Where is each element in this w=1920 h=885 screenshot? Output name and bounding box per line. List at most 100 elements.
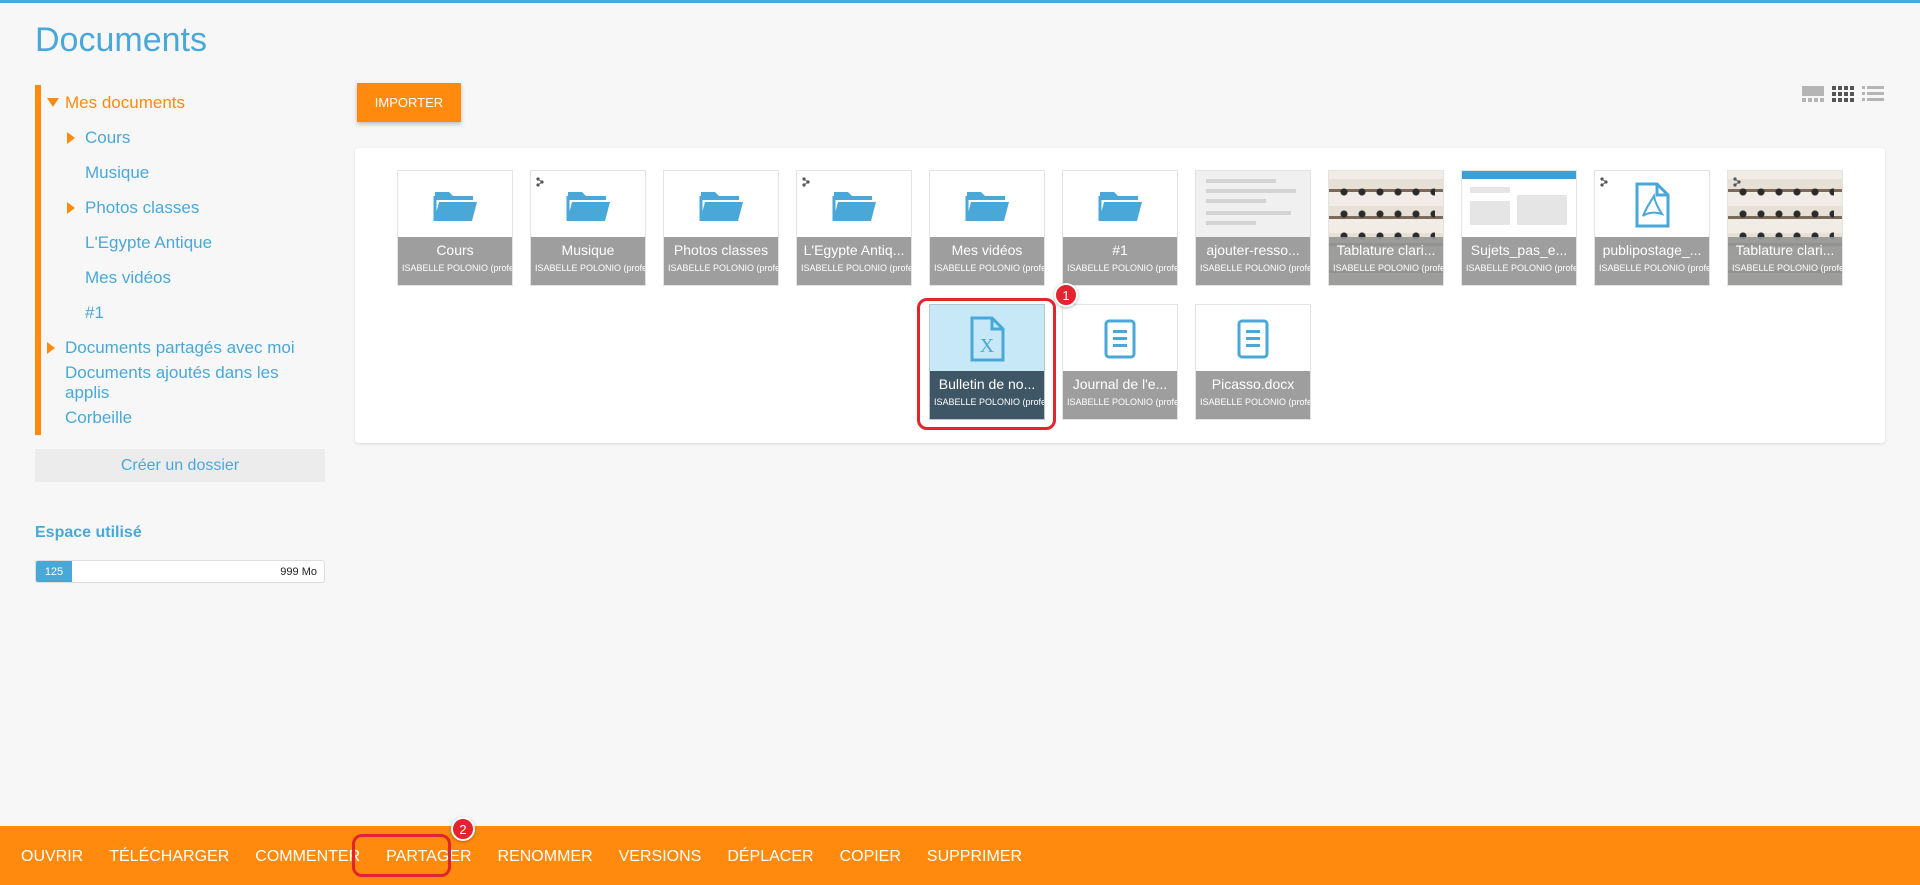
- file-owner: ISABELLE POLONIO (professeur): [1200, 263, 1310, 273]
- file-tile[interactable]: publipostage_... ISABELLE POLONIO (profes…: [1594, 170, 1710, 286]
- storage-max-value: 999 Mo: [280, 566, 317, 578]
- page-title: Documents: [35, 21, 207, 59]
- list-view-icon[interactable]: [1862, 85, 1884, 103]
- file-tile[interactable]: #1 ISABELLE POLONIO (professeur): [1062, 170, 1178, 286]
- view-toggles: [1802, 85, 1884, 103]
- sidebar-item-label: L'Egypte Antique: [85, 232, 213, 252]
- file-name: Tablature clari...: [1735, 242, 1835, 258]
- sidebar-item-label: Musique: [85, 162, 150, 182]
- file-owner: ISABELLE POLONIO (professeur): [535, 263, 645, 273]
- file-owner: ISABELLE POLONIO (professeur): [402, 263, 512, 273]
- step-1-highlight: [917, 298, 1056, 430]
- file-owner: ISABELLE POLONIO (professeur): [1067, 263, 1177, 273]
- action-move-button[interactable]: DÉPLACER: [727, 848, 813, 866]
- sidebar-item[interactable]: Corbeille: [41, 400, 325, 435]
- folder-icon: [797, 171, 911, 239]
- shared-icon: [802, 177, 810, 191]
- storage-bar: 125 999 Mo: [35, 560, 325, 583]
- action-rename-button[interactable]: RENOMMER: [498, 848, 593, 866]
- file-tile[interactable]: Journal de l'e... ISABELLE POLONIO (profe…: [1062, 304, 1178, 420]
- file-name: Journal de l'e...: [1072, 376, 1168, 392]
- file-caption: publipostage_... ISABELLE POLONIO (profes…: [1595, 237, 1709, 285]
- file-tile[interactable]: Photos classes ISABELLE POLONIO (professe…: [663, 170, 779, 286]
- sidebar-item[interactable]: L'Egypte Antique: [41, 225, 325, 260]
- sidebar-item[interactable]: Documents partagés avec moi: [41, 330, 325, 365]
- folder-icon: [398, 171, 512, 239]
- file-tile[interactable]: Sujets_pas_e... ISABELLE POLONIO (profess…: [1461, 170, 1577, 286]
- folder-icon: [664, 171, 778, 239]
- sidebar-item[interactable]: Musique: [41, 155, 325, 190]
- caret-right-icon[interactable]: [47, 341, 55, 354]
- import-button[interactable]: IMPORTER: [357, 83, 461, 122]
- file-name: #1: [1112, 242, 1128, 258]
- sidebar-item[interactable]: Mes documents: [41, 85, 325, 120]
- file-name: Sujets_pas_e...: [1470, 242, 1568, 258]
- caret-down-icon[interactable]: [47, 98, 59, 107]
- file-owner: ISABELLE POLONIO (professeur): [1599, 263, 1709, 273]
- action-bar: OUVRIR TÉLÉCHARGER COMMENTER PARTAGER RENOMM…: [0, 826, 1920, 885]
- action-versions-button[interactable]: VERSIONS: [619, 848, 702, 866]
- storage-title: Espace utilisé: [35, 524, 142, 541]
- sidebar-item[interactable]: Photos classes: [41, 190, 325, 225]
- step-2-highlight: [352, 834, 451, 877]
- shared-icon: [536, 177, 544, 191]
- file-name: Cours: [436, 242, 474, 258]
- file-caption: Photos classes ISABELLE POLONIO (professe…: [664, 237, 778, 285]
- action-copy-button[interactable]: COPIER: [840, 848, 901, 866]
- file-caption: Cours ISABELLE POLONIO (professeur): [398, 237, 512, 285]
- sidebar-item-label: Cours: [85, 127, 131, 147]
- sidebar-item-label: #1: [85, 302, 104, 322]
- create-folder-button[interactable]: Créer un dossier: [35, 449, 325, 482]
- sidebar-item-label: Photos classes: [85, 197, 200, 217]
- image-thumbnail: [1196, 171, 1310, 239]
- file-caption: Tablature clari... ISABELLE POLONIO (prof…: [1728, 237, 1842, 285]
- storage-used-value: 125: [44, 565, 64, 578]
- action-open-button[interactable]: OUVRIR: [21, 848, 83, 866]
- action-download-button[interactable]: TÉLÉCHARGER: [109, 848, 229, 866]
- image-thumbnail: [1728, 171, 1842, 285]
- file-owner: ISABELLE POLONIO (professeur): [1200, 397, 1310, 407]
- file-grid-row: X Bulletin de no... ISABELLE POLONIO (prof…: [355, 304, 1885, 420]
- folder-icon: [1063, 171, 1177, 239]
- file-tile[interactable]: Picasso.docx ISABELLE POLONIO (professeur…: [1195, 304, 1311, 420]
- sidebar-item[interactable]: Cours: [41, 120, 325, 155]
- file-caption: L'Egypte Antiq... ISABELLE POLONIO (profe…: [797, 237, 911, 285]
- action-delete-button[interactable]: SUPPRIMER: [927, 848, 1022, 866]
- file-name: Tablature clari...: [1336, 242, 1436, 258]
- file-owner: ISABELLE POLONIO (professeur): [1732, 263, 1842, 273]
- sidebar-item[interactable]: #1: [41, 295, 325, 330]
- step-2-badge: 2: [451, 817, 475, 841]
- folder-tree: Mes documents Cours Musique Photos classes L…: [35, 85, 325, 435]
- file-tile[interactable]: ajouter-resso... ISABELLE POLONIO (profes…: [1195, 170, 1311, 286]
- image-thumbnail: [1462, 171, 1576, 239]
- file-tile[interactable]: Tablature clari... ISABELLE POLONIO (prof…: [1727, 170, 1843, 286]
- file-owner: ISABELLE POLONIO (professeur): [1333, 263, 1443, 273]
- file-caption: Mes vidéos ISABELLE POLONIO (professeur): [930, 237, 1044, 285]
- file-owner: ISABELLE POLONIO (professeur): [1466, 263, 1576, 273]
- sidebar-item[interactable]: Documents ajoutés dans les applis: [41, 362, 325, 402]
- grid-view-icon[interactable]: [1832, 85, 1854, 103]
- file-tile[interactable]: Tablature clari... ISABELLE POLONIO (prof…: [1328, 170, 1444, 286]
- file-caption: Picasso.docx ISABELLE POLONIO (professeur…: [1196, 371, 1310, 419]
- file-caption: #1 ISABELLE POLONIO (professeur): [1063, 237, 1177, 285]
- sidebar-item-label: Documents ajoutés dans les applis: [65, 362, 279, 402]
- shared-icon: [1733, 177, 1741, 191]
- caret-right-icon[interactable]: [67, 131, 75, 144]
- file-caption: ajouter-resso... ISABELLE POLONIO (profes…: [1196, 237, 1310, 285]
- file-tile[interactable]: L'Egypte Antiq... ISABELLE POLONIO (profe…: [796, 170, 912, 286]
- file-tile[interactable]: Mes vidéos ISABELLE POLONIO (professeur): [929, 170, 1045, 286]
- sidebar-item-label: Mes documents: [65, 92, 185, 112]
- action-comment-button[interactable]: COMMENTER: [255, 848, 360, 866]
- caret-right-icon[interactable]: [67, 201, 75, 214]
- file-owner: ISABELLE POLONIO (professeur): [1067, 397, 1177, 407]
- file-name: Picasso.docx: [1211, 376, 1295, 392]
- carousel-view-icon[interactable]: [1802, 85, 1824, 103]
- file-owner: ISABELLE POLONIO (professeur): [668, 263, 778, 273]
- file-tile[interactable]: Cours ISABELLE POLONIO (professeur): [397, 170, 513, 286]
- sidebar-item[interactable]: Mes vidéos: [41, 260, 325, 295]
- step-1-badge: 1: [1054, 283, 1078, 307]
- text-file-icon: [1063, 305, 1177, 373]
- file-caption: Journal de l'e... ISABELLE POLONIO (profe…: [1063, 371, 1177, 419]
- file-name: Musique: [561, 242, 615, 258]
- file-tile[interactable]: Musique ISABELLE POLONIO (professeur): [530, 170, 646, 286]
